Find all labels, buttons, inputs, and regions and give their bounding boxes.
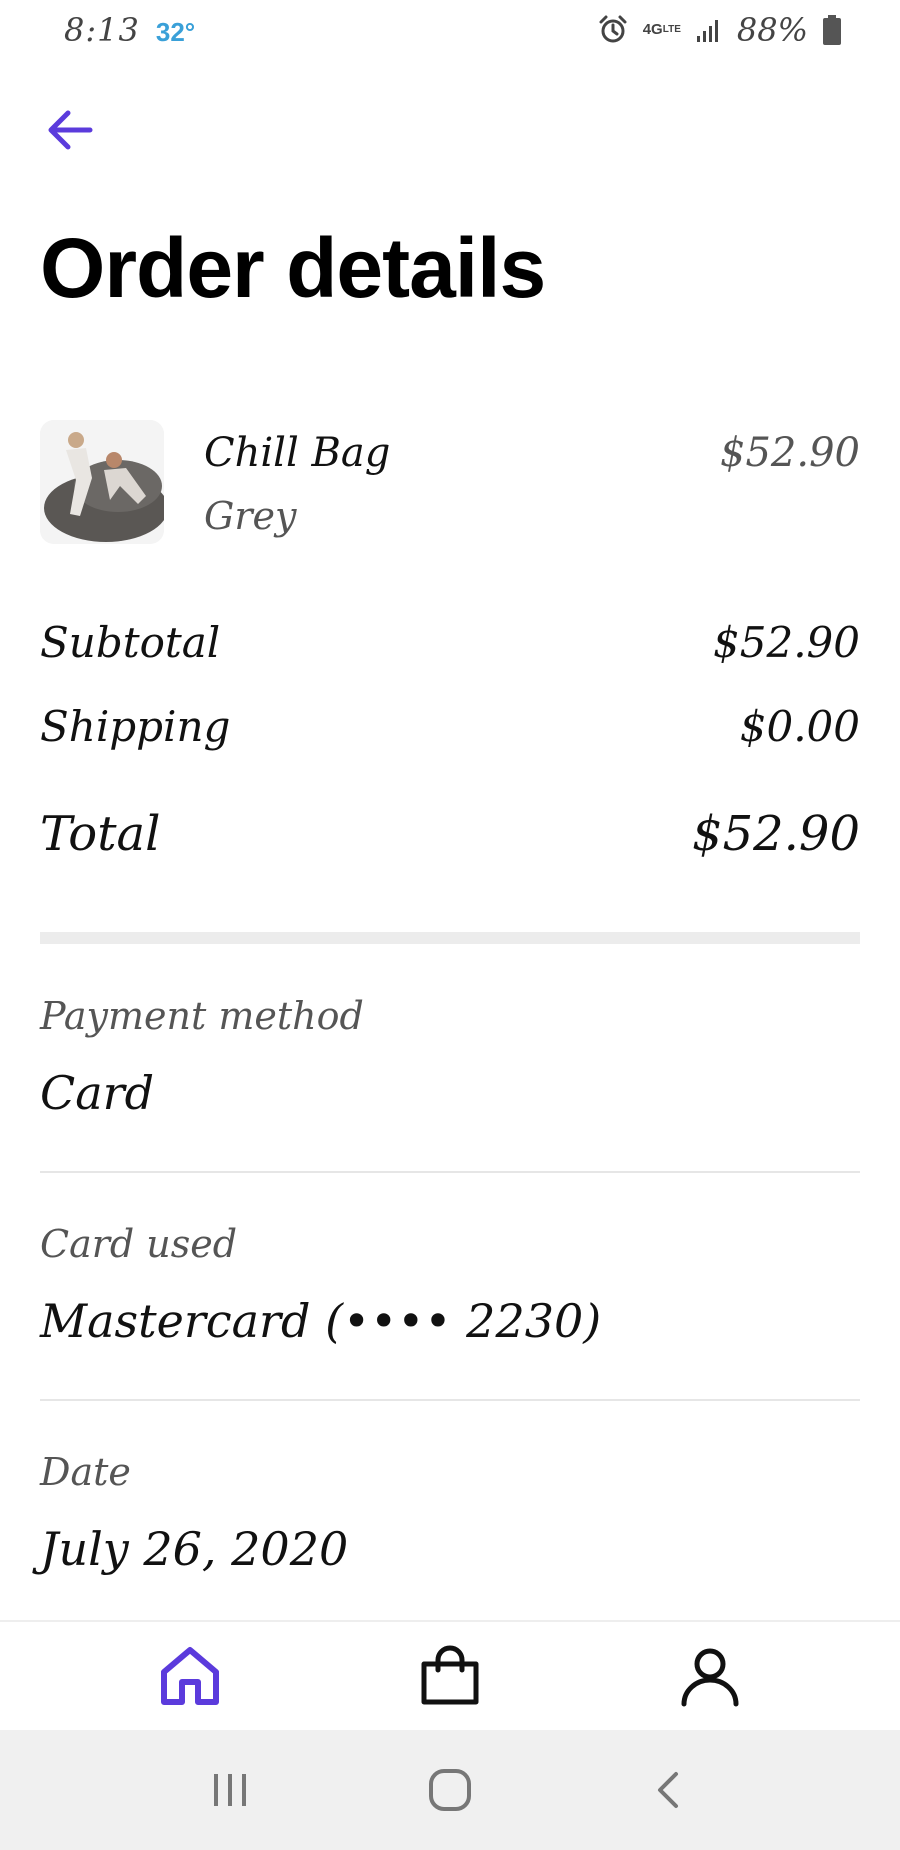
nav-shop[interactable] [405, 1631, 495, 1721]
subtotal-label: Subtotal [40, 618, 221, 667]
card-used-section: Card used Mastercard (•••• 2230) [40, 1222, 860, 1398]
home-icon [161, 1647, 219, 1705]
nav-profile[interactable] [665, 1631, 755, 1721]
home-circle-icon [429, 1769, 471, 1811]
recent-apps-button[interactable] [190, 1750, 270, 1830]
status-left: 8:13 32° [64, 11, 195, 49]
status-right: 4G LTE 88% [597, 11, 842, 49]
product-price: $52.90 [720, 430, 860, 476]
shipping-row: Shipping $0.00 [40, 702, 860, 751]
shopping-bag-icon [421, 1645, 479, 1705]
section-divider [40, 932, 860, 944]
shipping-value: $0.00 [739, 702, 860, 751]
system-nav-bar [0, 1730, 900, 1850]
nav-home[interactable] [145, 1631, 235, 1721]
total-row: Total $52.90 [40, 806, 860, 862]
order-item[interactable]: Chill Bag Grey $52.90 [40, 420, 860, 544]
network-sub-label: LTE [662, 24, 681, 35]
battery-icon [822, 14, 842, 46]
subtotal-value: $52.90 [713, 618, 860, 667]
date-label: Date [40, 1450, 131, 1494]
profile-icon [681, 1648, 739, 1707]
recent-apps-icon [214, 1774, 246, 1806]
total-label: Total [40, 806, 161, 862]
network-label: 4G [642, 21, 663, 38]
divider [40, 1399, 860, 1401]
alarm-icon [597, 14, 629, 46]
card-used-value: Mastercard (•••• 2230) [40, 1294, 602, 1348]
date-value: July 26, 2020 [40, 1522, 349, 1576]
product-name: Chill Bag [204, 430, 391, 476]
payment-method-value: Card [40, 1066, 155, 1120]
date-section: Date July 26, 2020 [40, 1450, 860, 1576]
system-back-button[interactable] [630, 1750, 710, 1830]
lte-icon: 4G LTE [642, 21, 681, 38]
back-button[interactable] [40, 100, 100, 160]
divider [40, 1171, 860, 1173]
subtotal-row: Subtotal $52.90 [40, 618, 860, 667]
system-home-button[interactable] [410, 1750, 490, 1830]
payment-method-section: Payment method Card [40, 994, 860, 1170]
status-time: 8:13 [64, 11, 140, 49]
product-image [40, 420, 164, 544]
status-bar: 8:13 32° 4G LTE 88% [0, 0, 900, 60]
battery-percent: 88% [736, 11, 808, 49]
status-temperature: 32° [155, 17, 196, 47]
total-value: $52.90 [692, 806, 860, 862]
arrow-left-icon [48, 110, 93, 150]
product-variant: Grey [204, 494, 297, 538]
back-chevron-icon [658, 1772, 678, 1808]
page-title: Order details [40, 221, 546, 315]
signal-icon [695, 16, 723, 44]
card-used-label: Card used [40, 1222, 238, 1266]
payment-method-label: Payment method [40, 994, 364, 1038]
shipping-label: Shipping [40, 702, 231, 751]
bottom-nav [0, 1620, 900, 1730]
